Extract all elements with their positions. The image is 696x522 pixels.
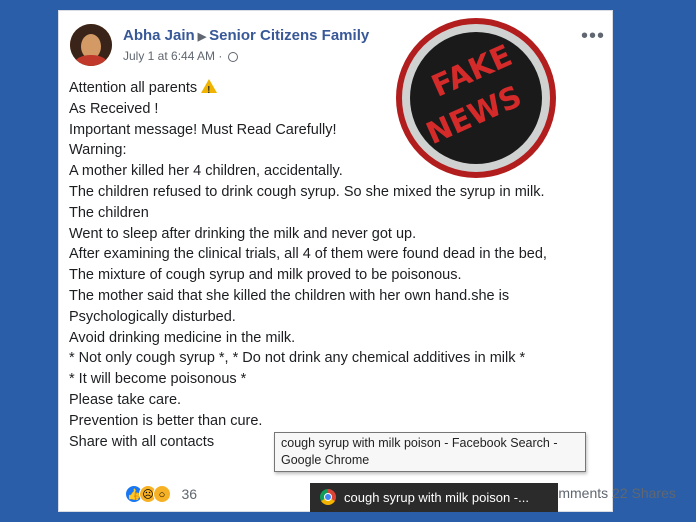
chrome-icon xyxy=(320,489,336,505)
post-header: Abha Jain ▶ Senior Citizens Family xyxy=(123,27,369,44)
tooltip-line-1: cough syrup with milk poison - Facebook … xyxy=(281,436,558,450)
tooltip-line-2: Google Chrome xyxy=(281,453,370,467)
avatar[interactable] xyxy=(70,24,112,66)
warning-icon xyxy=(201,79,218,102)
post-line: A mother killed her 4 children, accident… xyxy=(69,163,343,180)
post-line: The mixture of cough syrup and milk prov… xyxy=(69,267,462,284)
taskbar-window-title: cough syrup with milk poison -... xyxy=(344,490,529,505)
post-line: The children refused to drink cough syru… xyxy=(69,183,545,200)
post-line: Prevention is better than cure. xyxy=(69,412,263,429)
reactions-summary[interactable]: 👍☹ ○ 36 xyxy=(125,485,197,503)
wow-reaction-icon: ○ xyxy=(153,485,171,503)
post-line: The mother said that she killed the chil… xyxy=(69,287,510,304)
window-tooltip: cough syrup with milk poison - Facebook … xyxy=(274,432,586,472)
post-line: Psychologically disturbed. xyxy=(69,308,236,325)
post-line: * Not only cough syrup *, * Do not drink… xyxy=(69,350,526,367)
author-name-link[interactable]: Abha Jain xyxy=(123,27,195,44)
more-options-icon[interactable]: ••• xyxy=(581,25,605,48)
post-timestamp[interactable]: July 1 at 6:44 AM xyxy=(123,49,215,63)
reaction-count: 36 xyxy=(181,486,198,502)
globe-icon[interactable] xyxy=(227,52,238,62)
post-line: After examining the clinical trials, all… xyxy=(69,246,547,263)
group-name-link[interactable]: Senior Citizens Family xyxy=(209,27,369,44)
post-line: Avoid drinking medicine in the milk. xyxy=(69,329,296,346)
post-line: The children xyxy=(69,204,149,221)
post-line: Went to sleep after drinking the milk an… xyxy=(69,225,417,242)
post-line: Please take care. xyxy=(69,391,182,408)
taskbar-chrome-button[interactable]: cough syrup with milk poison -... xyxy=(310,483,558,512)
fake-news-stamp: FAKE NEWS xyxy=(396,18,556,178)
caret-right-icon: ▶ xyxy=(197,31,207,43)
post-line: * It will become poisonous * xyxy=(69,371,247,388)
meta-separator: · xyxy=(218,49,223,63)
post-meta: July 1 at 6:44 AM · xyxy=(123,49,238,63)
